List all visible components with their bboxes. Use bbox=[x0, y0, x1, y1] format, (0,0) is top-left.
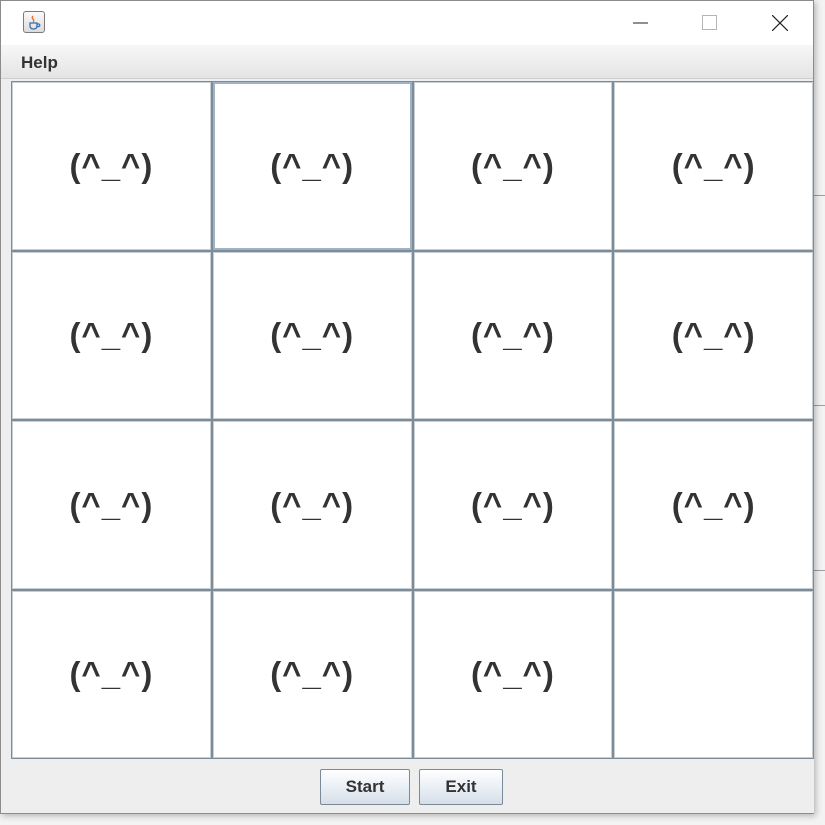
exit-button[interactable]: Exit bbox=[419, 769, 503, 805]
puzzle-tile[interactable]: (^_^) bbox=[413, 82, 613, 250]
puzzle-tile[interactable]: (^_^) bbox=[614, 421, 813, 589]
puzzle-tile[interactable]: (^_^) bbox=[212, 421, 412, 589]
puzzle-tile[interactable]: (^_^) bbox=[12, 421, 211, 589]
close-icon bbox=[772, 15, 788, 31]
app-window: Help (^_^) (^_^) (^_^) (^_^) (^_^) (^_^) (^_^)… bbox=[0, 0, 814, 814]
start-button[interactable]: Start bbox=[320, 769, 410, 805]
puzzle-tile[interactable]: (^_^) bbox=[413, 421, 613, 589]
minimize-button[interactable] bbox=[618, 1, 664, 45]
button-panel: Start Exit bbox=[11, 759, 814, 813]
puzzle-tile[interactable]: (^_^) bbox=[212, 82, 412, 250]
puzzle-tile[interactable]: (^_^) bbox=[212, 251, 412, 419]
close-button[interactable] bbox=[757, 1, 803, 45]
menu-bar: Help bbox=[1, 45, 813, 79]
minimize-icon bbox=[633, 22, 648, 24]
title-bar[interactable] bbox=[1, 1, 813, 45]
puzzle-tile[interactable]: (^_^) bbox=[413, 251, 613, 419]
maximize-icon bbox=[702, 15, 717, 30]
java-cup-icon[interactable] bbox=[23, 11, 45, 33]
puzzle-tile[interactable]: (^_^) bbox=[413, 590, 613, 758]
empty-tile[interactable] bbox=[614, 590, 813, 758]
puzzle-tile[interactable]: (^_^) bbox=[12, 82, 211, 250]
puzzle-grid: (^_^) (^_^) (^_^) (^_^) (^_^) (^_^) (^_^) (^_^)… bbox=[11, 81, 814, 759]
puzzle-tile[interactable]: (^_^) bbox=[614, 82, 813, 250]
puzzle-tile[interactable]: (^_^) bbox=[12, 251, 211, 419]
puzzle-tile[interactable]: (^_^) bbox=[614, 251, 813, 419]
menu-help[interactable]: Help bbox=[21, 53, 58, 73]
puzzle-tile[interactable]: (^_^) bbox=[12, 590, 211, 758]
maximize-button[interactable] bbox=[687, 1, 733, 45]
puzzle-tile[interactable]: (^_^) bbox=[212, 590, 412, 758]
